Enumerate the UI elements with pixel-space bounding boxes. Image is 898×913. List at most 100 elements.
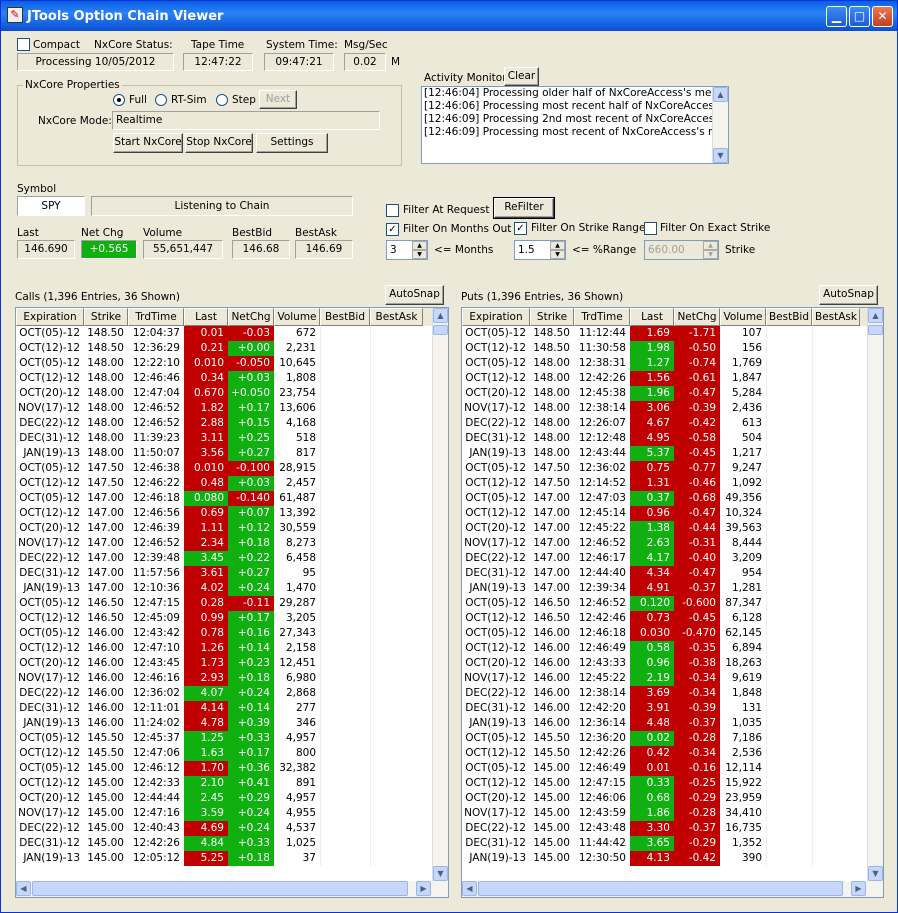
table-row[interactable]: DEC(22)-12 148.00 12:26:07 4.67 -0.42 613 <box>462 416 883 431</box>
scroll-left-icon[interactable]: ◀ <box>16 881 31 896</box>
column-header-expiration[interactable]: Expiration <box>16 308 84 326</box>
table-row[interactable]: DEC(31)-12 146.00 12:42:20 3.91 -0.39 131 <box>462 701 883 716</box>
column-header-bestask[interactable]: BestAsk <box>812 308 860 326</box>
table-row[interactable]: OCT(12)-12 146.00 12:47:10 1.26 +0.14 2,158 <box>16 641 448 656</box>
start-nxcore-button[interactable]: Start NxCore <box>113 133 183 153</box>
table-row[interactable]: DEC(31)-12 148.00 11:39:23 3.11 +0.25 518 <box>16 431 448 446</box>
table-row[interactable]: OCT(12)-12 147.50 12:46:22 0.48 +0.03 2,457 <box>16 476 448 491</box>
stepper-up-icon[interactable]: ▲ <box>550 241 565 250</box>
calls-table[interactable]: Expiration Strike TrdTime Last NetChg Volume B… <box>15 307 449 898</box>
table-row[interactable]: OCT(12)-12 146.00 12:46:49 0.58 -0.35 6,894 <box>462 641 883 656</box>
table-row[interactable]: JAN(19)-13 146.00 12:36:14 4.48 -0.37 1,035 <box>462 716 883 731</box>
table-row[interactable]: NOV(17)-12 148.00 12:46:52 1.82 +0.17 13,606 <box>16 401 448 416</box>
column-header-netchg[interactable]: NetChg <box>674 308 720 326</box>
scroll-up-icon[interactable]: ▲ <box>868 308 883 323</box>
table-row[interactable]: JAN(19)-13 146.00 11:24:02 4.78 +0.39 346 <box>16 716 448 731</box>
scroll-right-icon[interactable]: ▶ <box>851 881 866 896</box>
symbol-input[interactable]: SPY <box>17 196 85 216</box>
activity-log[interactable]: [12:46:04] Processing older half of NxCo… <box>421 86 729 164</box>
scroll-right-icon[interactable]: ▶ <box>416 881 431 896</box>
puts-horizontal-scrollbar[interactable]: ◀ ▶ <box>462 881 883 897</box>
scroll-up-icon[interactable]: ▲ <box>713 87 728 102</box>
table-row[interactable]: OCT(12)-12 145.00 12:42:33 2.10 +0.41 891 <box>16 776 448 791</box>
table-row[interactable]: DEC(31)-12 147.00 12:44:40 4.34 -0.47 954 <box>462 566 883 581</box>
table-row[interactable]: OCT(05)-12 145.50 12:45:37 1.25 +0.33 4,957 <box>16 731 448 746</box>
column-header-last[interactable]: Last <box>184 308 228 326</box>
table-row[interactable]: OCT(20)-12 145.00 12:44:44 2.45 +0.29 4,957 <box>16 791 448 806</box>
table-row[interactable]: DEC(22)-12 147.00 12:46:17 4.17 -0.40 3,209 <box>462 551 883 566</box>
minimize-button[interactable]: ▁ <box>826 6 847 27</box>
table-row[interactable]: OCT(12)-12 147.50 12:14:52 1.31 -0.46 1,092 <box>462 476 883 491</box>
stepper-down-icon[interactable]: ▼ <box>550 250 565 259</box>
scroll-thumb[interactable] <box>478 881 843 896</box>
months-out-checkbox[interactable]: ✓ <box>386 223 399 236</box>
table-row[interactable]: DEC(22)-12 147.00 12:39:48 3.45 +0.22 6,458 <box>16 551 448 566</box>
scroll-up-icon[interactable]: ▲ <box>433 308 448 323</box>
stepper-up-icon[interactable]: ▲ <box>412 241 427 250</box>
table-row[interactable]: OCT(05)-12 145.00 12:46:49 0.01 -0.16 12,114 <box>462 761 883 776</box>
table-row[interactable]: OCT(05)-12 146.50 12:46:52 0.120 -0.600 87,34… <box>462 596 883 611</box>
puts-autosnap-button[interactable]: AutoSnap <box>819 285 878 305</box>
column-header-strike[interactable]: Strike <box>530 308 574 326</box>
table-row[interactable]: OCT(12)-12 148.00 12:42:26 1.56 -0.61 1,847 <box>462 371 883 386</box>
table-row[interactable]: OCT(12)-12 145.00 12:47:15 0.33 -0.25 15,922 <box>462 776 883 791</box>
strike-range-checkbox[interactable]: ✓ <box>514 222 527 235</box>
calls-vertical-scrollbar[interactable]: ▲ ▼ <box>432 308 448 881</box>
table-row[interactable]: NOV(17)-12 147.00 12:46:52 2.34 +0.18 8,273 <box>16 536 448 551</box>
compact-checkbox[interactable] <box>17 38 30 51</box>
table-row[interactable]: DEC(22)-12 148.00 12:46:52 2.88 +0.15 4,168 <box>16 416 448 431</box>
table-row[interactable]: OCT(20)-12 147.00 12:45:22 1.38 -0.44 39,563 <box>462 521 883 536</box>
table-row[interactable]: NOV(17)-12 148.00 12:38:14 3.06 -0.39 2,436 <box>462 401 883 416</box>
table-row[interactable]: JAN(19)-13 148.00 12:43:44 5.37 -0.45 1,217 <box>462 446 883 461</box>
scroll-down-icon[interactable]: ▼ <box>713 148 728 163</box>
table-row[interactable]: DEC(31)-12 146.00 12:11:01 4.14 +0.14 277 <box>16 701 448 716</box>
table-row[interactable]: OCT(12)-12 148.50 11:30:58 1.98 -0.50 156 <box>462 341 883 356</box>
table-row[interactable]: OCT(12)-12 148.00 12:46:46 0.34 +0.03 1,808 <box>16 371 448 386</box>
column-header-netchg[interactable]: NetChg <box>228 308 274 326</box>
table-row[interactable]: JAN(19)-13 148.00 11:50:07 3.56 +0.27 817 <box>16 446 448 461</box>
table-row[interactable]: OCT(05)-12 148.50 11:12:44 1.69 -1.71 107 <box>462 326 883 341</box>
scroll-thumb[interactable] <box>32 881 408 896</box>
table-row[interactable]: OCT(05)-12 147.50 12:36:02 0.75 -0.77 9,247 <box>462 461 883 476</box>
table-row[interactable]: OCT(05)-12 147.50 12:46:38 0.010 -0.100 28,91… <box>16 461 448 476</box>
column-header-volume[interactable]: Volume <box>720 308 766 326</box>
table-row[interactable]: NOV(17)-12 146.00 12:46:16 2.93 +0.18 6,980 <box>16 671 448 686</box>
maximize-button[interactable]: □ <box>849 6 870 27</box>
table-row[interactable]: OCT(12)-12 146.50 12:42:46 0.73 -0.45 6,128 <box>462 611 883 626</box>
scroll-down-icon[interactable]: ▼ <box>868 866 883 881</box>
table-row[interactable]: OCT(05)-12 146.00 12:43:42 0.78 +0.16 27,343 <box>16 626 448 641</box>
activity-log-scrollbar[interactable]: ▲ ▼ <box>712 87 728 163</box>
table-row[interactable]: DEC(31)-12 145.00 12:42:26 4.84 +0.33 1,025 <box>16 836 448 851</box>
puts-table[interactable]: Expiration Strike TrdTime Last NetChg Volume B… <box>461 307 884 898</box>
close-button[interactable]: ✕ <box>872 6 893 27</box>
column-header-strike[interactable]: Strike <box>84 308 128 326</box>
column-header-trdtime[interactable]: TrdTime <box>574 308 630 326</box>
puts-vertical-scrollbar[interactable]: ▲ ▼ <box>867 308 883 881</box>
table-row[interactable]: OCT(05)-12 146.00 12:46:18 0.030 -0.470 62,14… <box>462 626 883 641</box>
table-row[interactable]: OCT(12)-12 146.50 12:45:09 0.99 +0.17 3,205 <box>16 611 448 626</box>
table-row[interactable]: DEC(22)-12 146.00 12:38:14 3.69 -0.34 1,848 <box>462 686 883 701</box>
title-bar[interactable]: ✎ JTools Option Chain Viewer ▁ □ ✕ <box>1 1 897 31</box>
table-row[interactable]: OCT(12)-12 145.50 12:47:06 1.63 +0.17 800 <box>16 746 448 761</box>
column-header-last[interactable]: Last <box>630 308 674 326</box>
filter-at-request-checkbox[interactable] <box>386 204 399 217</box>
mode-step-radio[interactable] <box>216 94 228 106</box>
table-row[interactable]: OCT(20)-12 148.00 12:45:38 1.96 -0.47 5,284 <box>462 386 883 401</box>
exact-strike-checkbox[interactable] <box>644 222 657 235</box>
table-row[interactable]: OCT(05)-12 148.50 12:04:37 0.01 -0.03 672 <box>16 326 448 341</box>
stop-nxcore-button[interactable]: Stop NxCore <box>185 133 253 153</box>
table-row[interactable]: NOV(17)-12 146.00 12:45:22 2.19 -0.34 9,619 <box>462 671 883 686</box>
table-row[interactable]: OCT(12)-12 145.50 12:42:26 0.42 -0.34 2,536 <box>462 746 883 761</box>
column-header-bestbid[interactable]: BestBid <box>766 308 812 326</box>
table-row[interactable]: OCT(12)-12 147.00 12:46:56 0.69 +0.07 13,392 <box>16 506 448 521</box>
settings-button[interactable]: Settings <box>256 133 328 153</box>
table-row[interactable]: OCT(20)-12 147.00 12:46:39 1.11 +0.12 30,559 <box>16 521 448 536</box>
table-row[interactable]: OCT(05)-12 148.00 12:38:31 1.27 -0.74 1,769 <box>462 356 883 371</box>
stepper-down-icon[interactable]: ▼ <box>412 250 427 259</box>
range-stepper[interactable]: 1.5 ▲ ▼ <box>514 240 566 260</box>
stepper-down-icon[interactable]: ▼ <box>703 250 718 259</box>
scroll-left-icon[interactable]: ◀ <box>462 881 477 896</box>
table-row[interactable]: OCT(12)-12 147.00 12:45:14 0.96 -0.47 10,324 <box>462 506 883 521</box>
table-row[interactable]: NOV(17)-12 145.00 12:43:59 1.86 -0.28 34,410 <box>462 806 883 821</box>
table-row[interactable]: OCT(05)-12 147.00 12:47:03 0.37 -0.68 49,356 <box>462 491 883 506</box>
